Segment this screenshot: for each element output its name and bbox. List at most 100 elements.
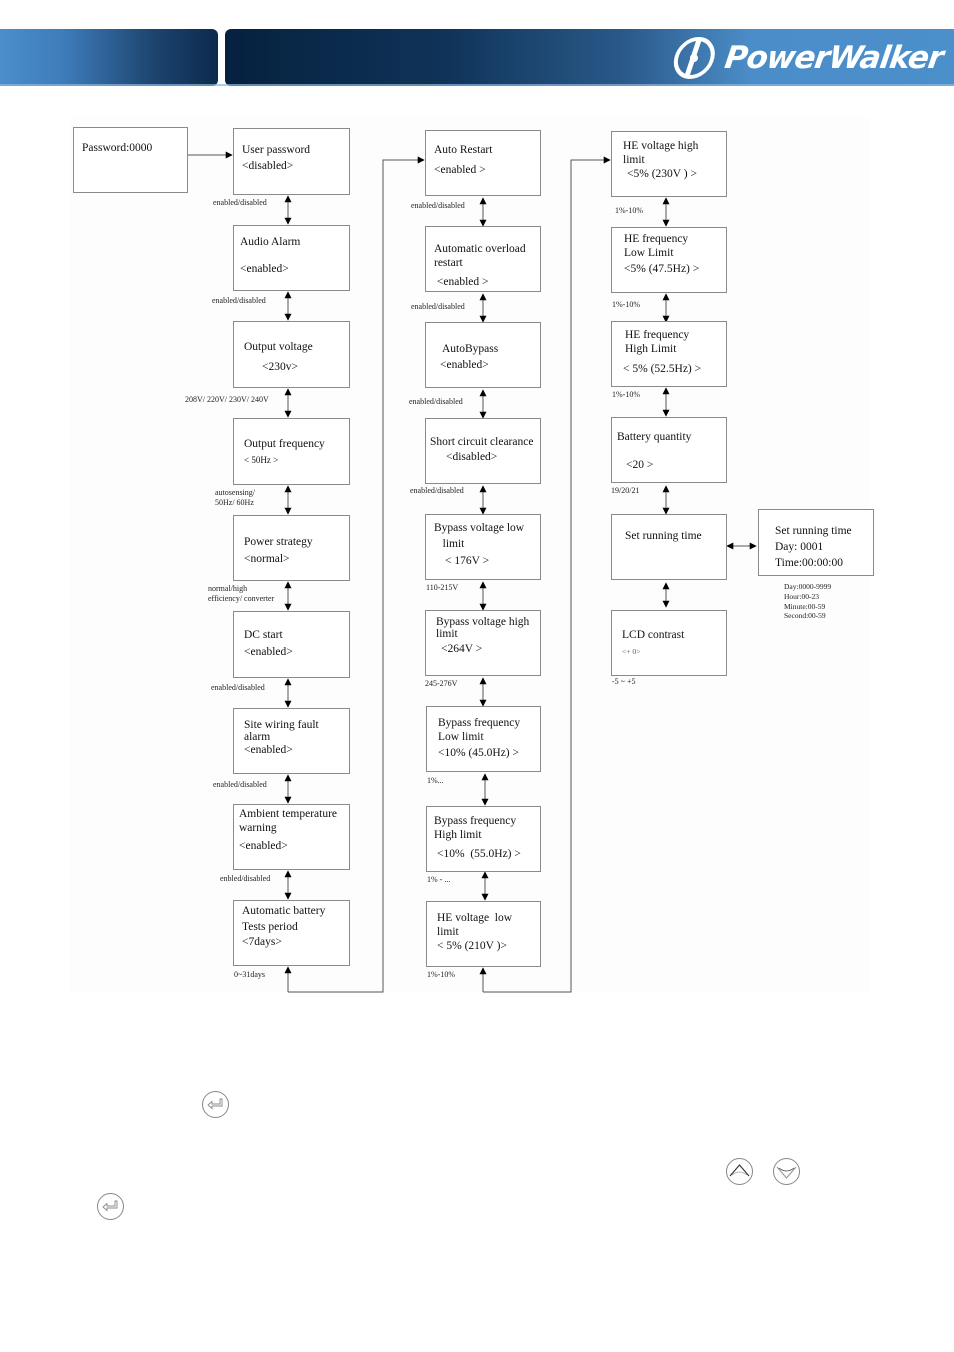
menu-value: <enabled> (440, 359, 489, 371)
header-left-band (0, 29, 218, 86)
range-label: 110-215V (426, 583, 459, 592)
logo-mark-icon (673, 37, 715, 79)
menu-title: Battery quantity (617, 431, 692, 443)
enter-icon (202, 1091, 229, 1118)
menu-value: <enabled > (434, 276, 489, 288)
menu-value: <+ 0> (622, 647, 641, 656)
menu-value: <5% (47.5Hz) > (624, 263, 700, 275)
menu-box-site-wiring-fault[interactable]: Site wiring fault alarm <enabled> (233, 708, 350, 774)
range-label: enabled/disabled (213, 780, 267, 789)
enter-icon (97, 1193, 124, 1220)
menu-value: <disabled> (242, 160, 294, 172)
range-label: 1%... (427, 776, 444, 785)
password-box: Password:0000 (73, 127, 188, 193)
menu-value: < 176V > (445, 555, 490, 567)
range-label: 1%-10% (612, 390, 640, 399)
menu-title: Bypass voltage high limit (436, 616, 530, 641)
menu-box-power-strategy[interactable]: Power strategy <normal> (233, 515, 350, 581)
menu-value: <20 > (626, 459, 654, 471)
menu-box-he-voltage-low[interactable]: HE voltage low limit < 5% (210V )> (426, 901, 541, 967)
menu-title: Auto Restart (434, 144, 493, 156)
header-underline (0, 84, 954, 86)
menu-box-short-circuit[interactable]: Short circuit clearance <disabled> (425, 418, 541, 484)
menu-box-autobypass[interactable]: AutoBypass <enabled> (425, 322, 541, 388)
range-label: 1%-10% (615, 206, 643, 215)
menu-title: User password (242, 144, 311, 156)
range-label: enabled/disabled (409, 397, 463, 406)
range-label: autosensing/ 50Hz/ 60Hz (215, 488, 255, 507)
menu-box-bypass-voltage-low[interactable]: Bypass voltage low limit < 176V > (425, 514, 541, 580)
range-label: 0~31days (234, 970, 265, 979)
detail-time: Time:00:00:00 (775, 557, 843, 569)
menu-value: <10% (55.0Hz) > (437, 848, 521, 860)
range-label: enabled/disabled (411, 201, 465, 210)
menu-title: Output frequency (244, 438, 325, 450)
range-label: 1%-10% (612, 300, 640, 309)
brand-logo: PowerWalker (669, 35, 945, 81)
range-label: enabled/disabled (411, 302, 465, 311)
menu-title: HE frequency Low Limit (624, 233, 689, 259)
menu-value: <230v> (262, 361, 298, 373)
range-label: enabled/disabled (213, 198, 267, 207)
menu-box-he-frequency-low[interactable]: HE frequency Low Limit <5% (47.5Hz) > (611, 227, 727, 293)
range-label: enabled/disabled (410, 486, 464, 495)
menu-box-user-password[interactable]: User password <disabled> (233, 128, 350, 195)
menu-value: <enabled> (244, 646, 293, 658)
menu-value: <enabled > (434, 164, 486, 176)
menu-box-ambient-temperature[interactable]: Ambient temperature warning <enabled> (233, 804, 350, 870)
range-label: enabled/disabled (211, 683, 265, 692)
menu-value: <enabled> (239, 840, 288, 852)
range-label: 1% - ... (427, 875, 451, 884)
menu-title: Automatic battery Tests period (242, 905, 326, 934)
password-text: Password:0000 (82, 142, 153, 154)
menu-box-battery-quantity[interactable]: Battery quantity <20 > (611, 417, 727, 483)
menu-title: Site wiring fault alarm (244, 719, 319, 744)
menu-title: Ambient temperature warning (239, 808, 338, 834)
menu-box-set-running-time[interactable]: Set running time (611, 514, 727, 580)
up-icon (726, 1158, 753, 1185)
menu-title: Audio Alarm (240, 236, 301, 248)
brand-name: PowerWalker (722, 40, 945, 76)
range-label: 245-276V (425, 679, 458, 688)
menu-box-lcd-contrast[interactable]: LCD contrast <+ 0> (611, 610, 727, 676)
down-icon (773, 1158, 800, 1185)
menu-box-overload-restart[interactable]: Automatic overload restart <enabled > (425, 226, 541, 292)
running-time-detail-box[interactable]: Set running time Day: 0001 Time:00:00:00 (758, 509, 874, 576)
menu-title: Bypass frequency Low limit (438, 717, 521, 743)
detail-day: Day: 0001 (775, 541, 824, 553)
menu-value: <enabled> (244, 744, 293, 756)
range-label: -5 ~ +5 (612, 677, 636, 686)
menu-box-bypass-frequency-low[interactable]: Bypass frequency Low limit <10% (45.0Hz)… (426, 706, 541, 772)
menu-title: Bypass voltage low limit (434, 522, 525, 551)
menu-title: Output voltage (244, 341, 313, 353)
menu-box-bypass-voltage-high[interactable]: Bypass voltage high limit <264V > (425, 610, 541, 676)
menu-box-he-frequency-high[interactable]: HE frequency High Limit < 5% (52.5Hz) > (611, 321, 727, 387)
menu-value: < 50Hz > (244, 455, 279, 465)
menu-value: <264V > (441, 643, 483, 655)
menu-title: DC start (244, 629, 283, 641)
menu-title: AutoBypass (442, 343, 499, 355)
menu-title: Short circuit clearance (430, 436, 534, 448)
menu-box-he-voltage-high[interactable]: HE voltage high limit <5% (230V ) > (611, 131, 727, 197)
menu-title: HE voltage low limit (437, 912, 513, 938)
menu-box-dc-start[interactable]: DC start <enabled> (233, 611, 350, 678)
menu-box-battery-test-period[interactable]: Automatic battery Tests period <7days> (233, 900, 350, 966)
range-label: 208V/ 220V/ 230V/ 240V (185, 395, 269, 404)
menu-title: HE voltage high limit (623, 140, 699, 166)
running-time-ranges: Day:0000-9999 Hour:00-23 Minute:00-59 Se… (784, 582, 832, 621)
menu-title: Power strategy (244, 536, 313, 548)
menu-title: Bypass frequency High limit (434, 815, 517, 841)
menu-box-output-voltage[interactable]: Output voltage <230v> (233, 321, 350, 388)
menu-box-audio-alarm[interactable]: Audio Alarm <enabled> (233, 225, 350, 291)
menu-box-output-frequency[interactable]: Output frequency < 50Hz > (233, 418, 350, 485)
detail-title: Set running time (775, 525, 852, 537)
menu-value: <10% (45.0Hz) > (438, 747, 519, 759)
menu-title: LCD contrast (622, 629, 685, 641)
menu-box-bypass-frequency-high[interactable]: Bypass frequency High limit <10% (55.0Hz… (426, 806, 541, 872)
menu-title: Automatic overload restart (434, 243, 526, 269)
menu-value: <normal> (244, 553, 290, 565)
range-label: 1%-10% (427, 970, 455, 979)
menu-box-auto-restart[interactable]: Auto Restart <enabled > (425, 130, 541, 196)
range-label: enbled/disabled (220, 874, 271, 883)
menu-value: <enabled> (240, 263, 289, 275)
